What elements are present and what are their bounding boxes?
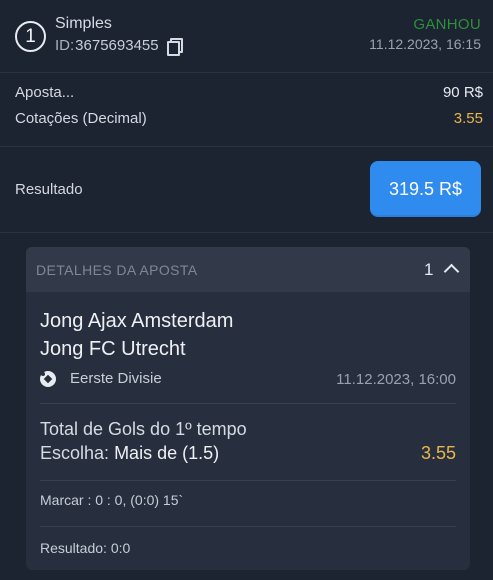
bet-datetime: 11.12.2023, 16:15 bbox=[369, 36, 481, 52]
score: Marcar : 0 : 0, (0:0) 15` bbox=[40, 492, 184, 508]
bet-id-number: 3675693455 bbox=[75, 37, 159, 54]
divider bbox=[0, 72, 493, 73]
team-home: Jong Ajax Amsterdam bbox=[40, 310, 234, 332]
pick: Escolha: Mais de (1.5) bbox=[40, 443, 219, 464]
bet-details-title: DETALHES DA APOSTA bbox=[36, 262, 198, 278]
divider bbox=[0, 146, 493, 147]
match-datetime: 11.12.2023, 16:00 bbox=[336, 371, 456, 388]
match-teams: Jong Ajax Amsterdam Jong FC Utrecht bbox=[40, 307, 233, 363]
pick-odds: 3.55 bbox=[420, 443, 456, 463]
divider bbox=[0, 232, 493, 233]
bet-details-header[interactable]: DETALHES DA APOSTA 1 bbox=[26, 247, 470, 292]
status-badge: GANHOU bbox=[413, 16, 481, 33]
stake-label: Aposta... bbox=[15, 84, 75, 101]
team-away: Jong FC Utrecht bbox=[40, 338, 186, 360]
soccer-ball-icon bbox=[40, 370, 56, 387]
market-name: Total de Gols do 1º tempo bbox=[40, 419, 247, 439]
chevron-up-icon[interactable] bbox=[443, 263, 460, 280]
league-name: Eerste Divisie bbox=[70, 370, 162, 387]
bet-id: ID: 3675693455 bbox=[55, 37, 183, 56]
result-button[interactable]: 319.5 R$ bbox=[370, 161, 481, 217]
divider bbox=[40, 480, 456, 481]
pick-label: Escolha: bbox=[40, 443, 110, 463]
bet-details-count: 1 bbox=[424, 260, 434, 279]
bet-header: 1 Simples ID: 3675693455 GANHOU 11.12.20… bbox=[0, 0, 493, 72]
league-row: Eerste Divisie bbox=[40, 370, 162, 387]
final-result: Resultado: 0:0 bbox=[40, 540, 131, 556]
bet-details-card: DETALHES DA APOSTA 1 Jong Ajax Amsterdam… bbox=[26, 247, 470, 570]
stake-value: 90 R$ bbox=[442, 84, 483, 101]
bet-id-prefix: ID: bbox=[55, 37, 75, 54]
divider bbox=[40, 526, 456, 527]
bet-number-badge: 1 bbox=[15, 21, 46, 52]
pick-value: Mais de (1.5) bbox=[114, 443, 220, 463]
result-label: Resultado bbox=[15, 181, 83, 198]
copy-icon[interactable] bbox=[166, 38, 183, 56]
divider bbox=[40, 403, 456, 404]
odds-value: 3.55 bbox=[453, 110, 483, 127]
bet-type: Simples bbox=[55, 15, 112, 32]
odds-label: Cotações (Decimal) bbox=[15, 110, 147, 127]
